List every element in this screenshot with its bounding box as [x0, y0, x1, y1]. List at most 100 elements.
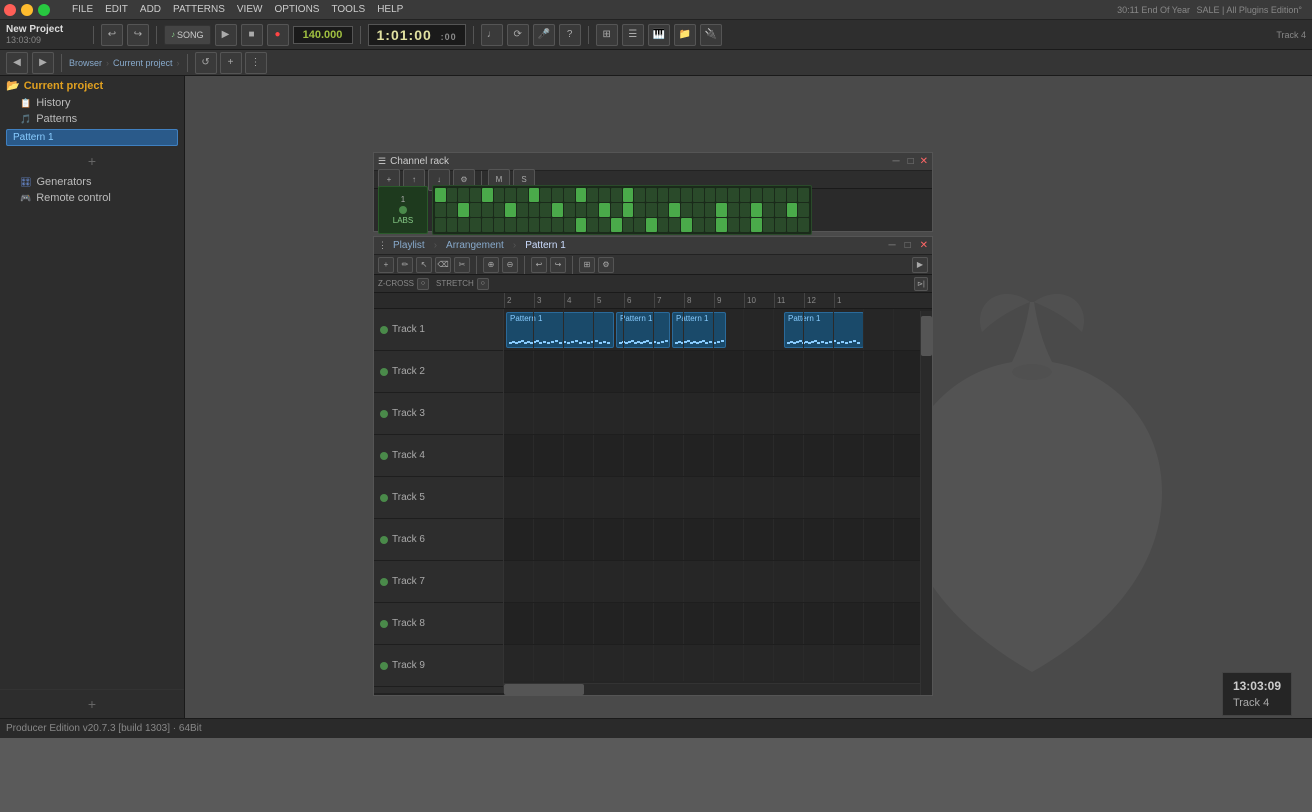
track-row[interactable]: [504, 645, 920, 681]
cr-cell[interactable]: [576, 188, 587, 202]
menu-edit[interactable]: EDIT: [100, 3, 133, 16]
arr-cut-tool[interactable]: ✂: [454, 257, 470, 273]
nav-back[interactable]: ◀: [6, 52, 28, 74]
cr-cell[interactable]: [693, 218, 704, 232]
arr-erase-tool[interactable]: ⌫: [435, 257, 451, 273]
arr-maximize[interactable]: □: [905, 240, 911, 251]
cr-cell[interactable]: [540, 188, 551, 202]
channel-rack-button[interactable]: ☰: [622, 24, 644, 46]
menu-options[interactable]: OPTIONS: [269, 3, 324, 16]
cr-cell[interactable]: [798, 218, 809, 232]
cr-cell[interactable]: [646, 218, 657, 232]
cr-cell[interactable]: [798, 203, 809, 217]
menu-help[interactable]: HELP: [372, 3, 408, 16]
cr-cell[interactable]: [529, 218, 540, 232]
arr-arrangement-link[interactable]: Arrangement: [446, 240, 504, 251]
cr-cell[interactable]: [458, 188, 469, 202]
cr-maximize[interactable]: □: [908, 156, 914, 167]
cr-cell[interactable]: [564, 203, 575, 217]
cr-cell[interactable]: [517, 188, 528, 202]
cr-cell[interactable]: [775, 203, 786, 217]
sidebar-item-patterns[interactable]: 🎵 Patterns: [0, 111, 184, 127]
cr-cell[interactable]: [658, 218, 669, 232]
cr-cell[interactable]: [587, 203, 598, 217]
track-label[interactable]: Track 9: [374, 645, 503, 687]
cr-cell[interactable]: [494, 218, 505, 232]
cr-cell[interactable]: [552, 218, 563, 232]
traffic-light-green[interactable]: [38, 4, 50, 16]
pattern-block[interactable]: Pattern 1: [616, 312, 670, 348]
arr-zoom-out[interactable]: ⊖: [502, 257, 518, 273]
traffic-light-yellow[interactable]: [21, 4, 33, 16]
track-label[interactable]: Track 3: [374, 393, 503, 435]
sidebar-item-history[interactable]: 📋 History: [0, 95, 184, 111]
cr-cell[interactable]: [599, 218, 610, 232]
cr-cell[interactable]: [564, 218, 575, 232]
arr-redo[interactable]: ↪: [550, 257, 566, 273]
cr-cell[interactable]: [740, 203, 751, 217]
mic-button[interactable]: 🎤: [533, 24, 555, 46]
cr-cell[interactable]: [494, 203, 505, 217]
cr-channel-1[interactable]: 1 LABS: [378, 186, 428, 234]
cr-cell[interactable]: [435, 203, 446, 217]
cr-cell[interactable]: [658, 203, 669, 217]
undo-button[interactable]: ↩: [101, 24, 123, 46]
cr-cell[interactable]: [435, 188, 446, 202]
arr-undo[interactable]: ↩: [531, 257, 547, 273]
cr-cell[interactable]: [681, 203, 692, 217]
sidebar-item-generators[interactable]: 🎛 Generators: [0, 174, 184, 190]
cr-cell[interactable]: [564, 188, 575, 202]
track-label[interactable]: Track 2: [374, 351, 503, 393]
cr-cell[interactable]: [634, 218, 645, 232]
cr-cell[interactable]: [599, 203, 610, 217]
loop-button[interactable]: ⟳: [507, 24, 529, 46]
cr-cell[interactable]: [716, 188, 727, 202]
cr-cell[interactable]: [540, 218, 551, 232]
pattern-block[interactable]: Pattern 1: [672, 312, 726, 348]
refresh-button[interactable]: ↺: [195, 52, 217, 74]
sidebar-group-project[interactable]: 📂 Current project: [0, 76, 184, 95]
cr-cell[interactable]: [482, 218, 493, 232]
cr-cell[interactable]: [623, 218, 634, 232]
cr-close[interactable]: ✕: [920, 156, 928, 167]
cr-cell[interactable]: [458, 203, 469, 217]
cr-cell[interactable]: [470, 203, 481, 217]
sidebar-options-button[interactable]: ⋮: [245, 52, 267, 74]
cr-cell[interactable]: [529, 203, 540, 217]
metronome-button[interactable]: ♩: [481, 24, 503, 46]
cr-cell[interactable]: [751, 218, 762, 232]
cr-cell[interactable]: [681, 188, 692, 202]
cr-cell[interactable]: [611, 218, 622, 232]
cr-cell[interactable]: [787, 218, 798, 232]
track-label[interactable]: Track 7: [374, 561, 503, 603]
cr-cell[interactable]: [552, 203, 563, 217]
cr-cell[interactable]: [669, 188, 680, 202]
arr-v-thumb[interactable]: [921, 316, 932, 356]
cr-cell[interactable]: [505, 218, 516, 232]
cr-cell[interactable]: [517, 218, 528, 232]
menu-add[interactable]: ADD: [135, 3, 166, 16]
cr-cell[interactable]: [611, 203, 622, 217]
cr-cell[interactable]: [705, 188, 716, 202]
piano-roll-button[interactable]: 🎹: [648, 24, 670, 46]
cr-cell[interactable]: [775, 188, 786, 202]
cr-cell[interactable]: [634, 188, 645, 202]
track-label[interactable]: Track 4: [374, 435, 503, 477]
cr-cell[interactable]: [681, 218, 692, 232]
cr-cell[interactable]: [505, 188, 516, 202]
help-button[interactable]: ?: [559, 24, 581, 46]
menu-file[interactable]: FILE: [67, 3, 98, 16]
add-sidebar-button[interactable]: +: [220, 52, 242, 74]
cr-cell[interactable]: [482, 203, 493, 217]
menu-view[interactable]: VIEW: [232, 3, 268, 16]
arr-stretch-btn[interactable]: ○: [477, 278, 489, 290]
cr-cell[interactable]: [693, 188, 704, 202]
cr-cell[interactable]: [470, 188, 481, 202]
add-pattern-button[interactable]: +: [82, 151, 102, 171]
track-row[interactable]: [504, 519, 920, 561]
arr-zoom-in[interactable]: ⊕: [483, 257, 499, 273]
arr-select-tool[interactable]: ↖: [416, 257, 432, 273]
track-row[interactable]: [504, 435, 920, 477]
cr-cell[interactable]: [494, 188, 505, 202]
plugin-picker-button[interactable]: 🔌: [700, 24, 722, 46]
